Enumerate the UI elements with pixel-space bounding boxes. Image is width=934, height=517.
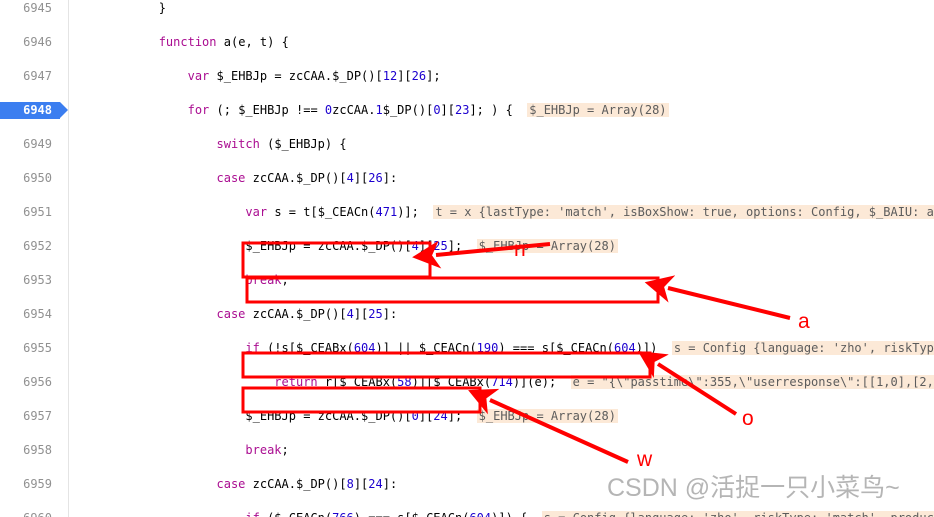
- code-line[interactable]: 6960 if ($_CEACn(766) === s[$_CEACn(604)…: [0, 510, 934, 517]
- code-text: if ($_CEACn(766) === s[$_CEACn(604)]) { …: [72, 510, 934, 517]
- line-number-6948[interactable]: 6948: [0, 102, 60, 119]
- line-number-6950[interactable]: 6950: [0, 170, 60, 187]
- code-line[interactable]: 6952 $_EHBJp = zcCAA.$_DP()[4][25]; $_EH…: [0, 238, 934, 255]
- code-line[interactable]: 6955 if (!s[$_CEABx(604)] || $_CEACn(190…: [0, 340, 934, 357]
- inline-value-chip: $_EHBJp = Array(28): [527, 103, 668, 117]
- inline-value-chip: $_EHBJp = Array(28): [477, 409, 618, 423]
- code-line[interactable]: 6953 break;: [0, 272, 934, 289]
- code-text: function a(e, t) {: [72, 34, 289, 51]
- code-line-list: 6945 } 6946 function a(e, t) { 6947 var $_…: [0, 0, 934, 517]
- code-line[interactable]: 6945 }: [0, 0, 934, 17]
- inline-value-chip: e = "{\"passtime\":355,\"userresponse\":…: [571, 375, 934, 389]
- line-number-6960[interactable]: 6960: [0, 510, 60, 517]
- code-line[interactable]: 6957 $_EHBJp = zcCAA.$_DP()[0][24]; $_EH…: [0, 408, 934, 425]
- line-number-6947[interactable]: 6947: [0, 68, 60, 85]
- inline-value-chip: s = Config {language: 'zho', riskType: '…: [542, 511, 934, 517]
- code-line[interactable]: 6951 var s = t[$_CEACn(471)]; t = x {las…: [0, 204, 934, 221]
- code-text: break;: [72, 442, 289, 459]
- code-text: case zcCAA.$_DP()[4][25]:: [72, 306, 397, 323]
- code-text: var $_EHBJp = zcCAA.$_DP()[12][26];: [72, 68, 441, 85]
- line-number-6959[interactable]: 6959: [0, 476, 60, 493]
- code-line[interactable]: 6949 switch ($_EHBJp) {: [0, 136, 934, 153]
- inline-value-chip: $_EHBJp = Array(28): [477, 239, 618, 253]
- code-text: break;: [72, 272, 289, 289]
- line-number-6951[interactable]: 6951: [0, 204, 60, 221]
- code-line[interactable]: 6956 return r[$_CEABx(58)][$_CEABx(714)]…: [0, 374, 934, 391]
- code-text: switch ($_EHBJp) {: [72, 136, 347, 153]
- code-text: var s = t[$_CEACn(471)]; t = x {lastType…: [72, 204, 934, 221]
- csdn-watermark: CSDN @活捉一只小菜鸟~: [607, 474, 900, 502]
- code-text: case zcCAA.$_DP()[8][24]:: [72, 476, 397, 493]
- line-number-6954[interactable]: 6954: [0, 306, 60, 323]
- line-number-6946[interactable]: 6946: [0, 34, 60, 51]
- gutter-divider: [68, 0, 69, 517]
- inline-value-chip: s = Config {language: 'zho', riskType:: [672, 341, 934, 355]
- code-line[interactable]: 6954 case zcCAA.$_DP()[4][25]:: [0, 306, 934, 323]
- code-text: }: [72, 0, 166, 17]
- inline-value-chip: t = x {lastType: 'match', isBoxShow: tru…: [433, 205, 934, 219]
- code-text: for (; $_EHBJp !== 0zcCAA.1$_DP()[0]…: [72, 102, 669, 119]
- code-text: $_EHBJp = zcCAA.$_DP()[4][25]; $_EHBJp =…: [72, 238, 618, 255]
- code-line[interactable]: 6958 break;: [0, 442, 934, 459]
- code-text: return r[$_CEABx(58)][$_CEABx(714)](e); …: [72, 374, 934, 391]
- line-number-6958[interactable]: 6958: [0, 442, 60, 459]
- line-number-6955[interactable]: 6955: [0, 340, 60, 357]
- line-number-6956[interactable]: 6956: [0, 374, 60, 391]
- code-text: case zcCAA.$_DP()[4][26]:: [72, 170, 397, 187]
- line-number-6949[interactable]: 6949: [0, 136, 60, 153]
- line-number-6953[interactable]: 6953: [0, 272, 60, 289]
- code-text: if (!s[$_CEABx(604)] || $_CEACn(190) ===…: [72, 340, 934, 357]
- code-line[interactable]: 6950 case zcCAA.$_DP()[4][26]:: [0, 170, 934, 187]
- code-line[interactable]: 6947 var $_EHBJp = zcCAA.$_DP()[12][26];: [0, 68, 934, 85]
- code-text: $_EHBJp = zcCAA.$_DP()[0][24]; $_EHBJp =…: [72, 408, 618, 425]
- line-number-6957[interactable]: 6957: [0, 408, 60, 425]
- line-number-6945[interactable]: 6945: [0, 0, 60, 17]
- code-editor-pane[interactable]: 6945 } 6946 function a(e, t) { 6947 var $_…: [0, 0, 934, 517]
- line-number-6952[interactable]: 6952: [0, 238, 60, 255]
- code-line[interactable]: 6946 function a(e, t) {: [0, 34, 934, 51]
- code-line[interactable]: 6948 for (; $_EHBJp !== 0zcCAA.1$_DP…: [0, 102, 934, 119]
